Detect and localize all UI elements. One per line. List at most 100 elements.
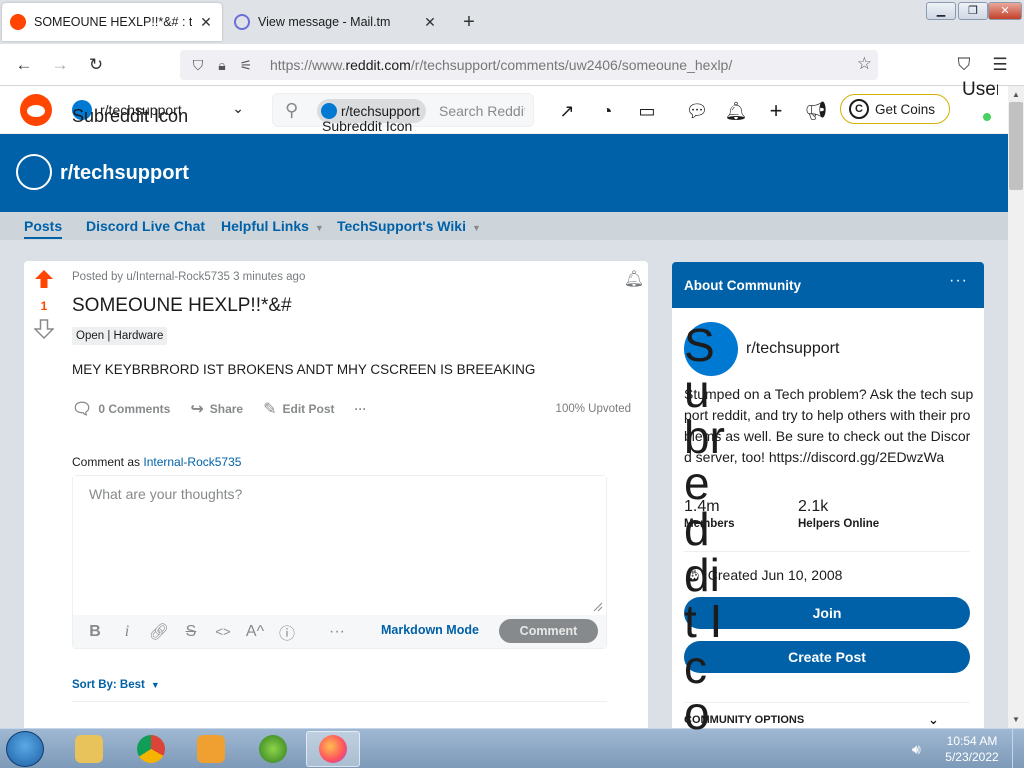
follow-bell-icon[interactable]: 🔔︎ bbox=[624, 269, 644, 289]
tab-reddit-post[interactable]: SOMEOUNE HEXLP!!*&# : techsupport ✕ bbox=[2, 3, 222, 41]
comment-as: Comment as Internal-Rock5735 bbox=[72, 455, 241, 469]
more-options-button[interactable]: ··· bbox=[355, 402, 367, 416]
search-icon: ⚲ bbox=[285, 100, 299, 120]
chevron-down-icon: ⌄ bbox=[232, 100, 244, 116]
tab-close-icon[interactable]: ✕ bbox=[198, 14, 214, 31]
bold-icon[interactable]: B bbox=[79, 623, 111, 641]
sort-by-dropdown[interactable]: Sort By: Best ▼ bbox=[72, 679, 160, 691]
post-flair[interactable]: Open | Hardware bbox=[72, 327, 168, 345]
tab-helpful-links[interactable]: Helpful Links ▼ bbox=[221, 218, 324, 234]
post-card: 1 Posted by u/Internal-Rock5735 3 minute… bbox=[24, 261, 648, 731]
minimize-button[interactable]: ▁ bbox=[926, 2, 956, 20]
community-icon bbox=[16, 154, 52, 190]
url-bar[interactable]: ⛉ 🔒︎ ⚟ https://www.reddit.com/r/techsupp… bbox=[180, 50, 878, 80]
forward-button[interactable]: → bbox=[48, 53, 72, 77]
taskbar-media-center[interactable] bbox=[246, 731, 300, 767]
pocket-icon[interactable]: ⛉ bbox=[952, 53, 976, 77]
resize-grip-icon[interactable] bbox=[591, 600, 603, 612]
about-community-title: About Community bbox=[684, 278, 801, 293]
chip-icon-alt: Subreddit Icon bbox=[322, 118, 413, 134]
comment-as-label: Comment as bbox=[72, 455, 141, 469]
online-value: 2.1k bbox=[798, 498, 829, 515]
post-body: MEY KEYBRBRORD IST BROKENS ANDT MHY CSCR… bbox=[72, 362, 536, 377]
scroll-up-icon[interactable]: ▲ bbox=[1012, 90, 1020, 99]
about-community-card: About Community ··· Subreddit Icon r/tec… bbox=[672, 262, 984, 732]
more-formatting-icon[interactable]: ··· bbox=[321, 623, 353, 641]
online-label: Helpers Online bbox=[798, 518, 880, 530]
taskbar-media-player[interactable] bbox=[184, 731, 238, 767]
community-nav: Posts Discord Live Chat Helpful Links ▼ T… bbox=[0, 212, 1008, 240]
create-post-plus-icon[interactable]: + bbox=[764, 99, 788, 123]
page-scrollbar[interactable]: ▲ ▼ bbox=[1008, 86, 1024, 728]
tab-mail[interactable]: View message - Mail.tm ✕ bbox=[226, 3, 446, 41]
tab-discord-live-chat[interactable]: Discord Live Chat bbox=[86, 218, 205, 234]
reddit-logo-icon[interactable] bbox=[20, 94, 52, 126]
caret-down-icon: ▼ bbox=[150, 680, 160, 690]
taskbar-chrome[interactable] bbox=[124, 731, 178, 767]
chat-icon[interactable]: 💬︎ bbox=[685, 99, 709, 123]
volume-icon[interactable]: 🔊︎ bbox=[912, 741, 921, 758]
tab-close-icon[interactable]: ✕ bbox=[422, 14, 438, 31]
markdown-mode-button[interactable]: Markdown Mode bbox=[381, 623, 479, 637]
chip-subreddit-icon bbox=[321, 103, 337, 119]
sidebar-more-button[interactable]: ··· bbox=[949, 272, 968, 290]
inline-code-icon[interactable]: <> bbox=[207, 624, 239, 639]
downvote-arrow-icon[interactable] bbox=[34, 319, 54, 339]
community-name: r/techsupport bbox=[746, 340, 840, 357]
sort-by-label: Sort By: Best bbox=[72, 679, 145, 691]
superscript-icon[interactable]: A^ bbox=[239, 623, 271, 641]
strikethrough-icon[interactable]: S bbox=[175, 623, 207, 641]
comments-button[interactable]: 🗨︎ 0 Comments bbox=[72, 399, 170, 419]
tab-wiki[interactable]: TechSupport's Wiki ▼ bbox=[337, 218, 481, 234]
pencil-icon: ✎ bbox=[263, 401, 277, 418]
italic-icon[interactable]: i bbox=[111, 623, 143, 641]
video-icon[interactable]: ▭ bbox=[635, 99, 659, 123]
start-button[interactable] bbox=[6, 731, 44, 767]
bookmark-star-icon[interactable]: ☆ bbox=[857, 54, 872, 74]
comment-textarea[interactable] bbox=[73, 476, 606, 614]
taskbar-firefox[interactable] bbox=[306, 731, 360, 767]
post-actions: 🗨︎ 0 Comments ↪ Share ✎ Edit Post ··· bbox=[72, 397, 387, 421]
scroll-down-icon[interactable]: ▼ bbox=[1012, 715, 1020, 724]
spoiler-icon[interactable]: ⓘ bbox=[271, 620, 303, 644]
tab-posts[interactable]: Posts bbox=[24, 218, 63, 239]
system-clock[interactable]: 10:54 AM 5/23/2022 bbox=[940, 733, 1004, 765]
popular-icon[interactable]: ↗ bbox=[555, 99, 579, 123]
reload-button[interactable]: ↻ bbox=[84, 53, 108, 77]
comment-submit-button[interactable]: Comment bbox=[499, 619, 598, 643]
clock-time: 10:54 AM bbox=[946, 734, 998, 748]
scrollbar-thumb[interactable] bbox=[1009, 102, 1023, 190]
share-button[interactable]: ↪ Share bbox=[190, 399, 243, 419]
close-window-button[interactable]: ✕ bbox=[988, 2, 1022, 20]
taskbar-file-explorer[interactable] bbox=[62, 731, 116, 767]
tracking-protection-icon[interactable]: ⛉ bbox=[186, 57, 210, 74]
caret-down-icon: ▼ bbox=[314, 223, 324, 233]
notification-bell-icon[interactable]: 🔔︎ bbox=[724, 99, 748, 123]
url-text: https://www.reddit.com/r/techsupport/com… bbox=[270, 57, 732, 73]
permissions-icon[interactable]: ⚟ bbox=[234, 57, 258, 74]
comment-editor: B i 🔗︎ S <> A^ ⓘ ··· Markdown Mode Comme… bbox=[72, 475, 607, 649]
chevron-down-icon: ⌄ bbox=[928, 712, 939, 727]
upvote-ratio: 100% Upvoted bbox=[555, 403, 631, 415]
restore-button[interactable]: ❐ bbox=[958, 2, 988, 20]
community-banner: r/techsupport bbox=[0, 134, 1008, 212]
advertise-megaphone-icon[interactable]: 📢︎ bbox=[804, 99, 828, 123]
link-icon[interactable]: 🔗︎ bbox=[143, 622, 175, 642]
comment-as-user-link[interactable]: Internal-Rock5735 bbox=[143, 455, 241, 469]
lock-icon[interactable]: 🔒︎ bbox=[210, 57, 234, 74]
back-button[interactable]: ← bbox=[12, 53, 36, 77]
edit-post-button[interactable]: ✎ Edit Post bbox=[263, 399, 334, 419]
coins-chart-icon[interactable]: ◔ bbox=[595, 99, 619, 123]
upvote-arrow-icon[interactable] bbox=[34, 269, 54, 289]
url-path: /r/techsupport/comments/uw2406/someoune_… bbox=[410, 57, 733, 73]
new-tab-button[interactable]: + bbox=[456, 10, 482, 36]
browser-tab-strip: SOMEOUNE HEXLP!!*&# : techsupport ✕ View… bbox=[0, 0, 1024, 44]
menu-icon[interactable]: ☰ bbox=[988, 53, 1012, 77]
show-desktop-button[interactable] bbox=[1012, 729, 1024, 768]
user-avatar[interactable]: User avatar bbox=[962, 80, 998, 100]
online-status-dot bbox=[983, 113, 991, 121]
get-coins-button[interactable]: C Get Coins bbox=[840, 94, 950, 124]
search-input[interactable] bbox=[439, 100, 525, 122]
tab-label: Helpful Links bbox=[221, 218, 309, 234]
post-title: SOMEOUNE HEXLP!!*&# bbox=[72, 295, 292, 316]
